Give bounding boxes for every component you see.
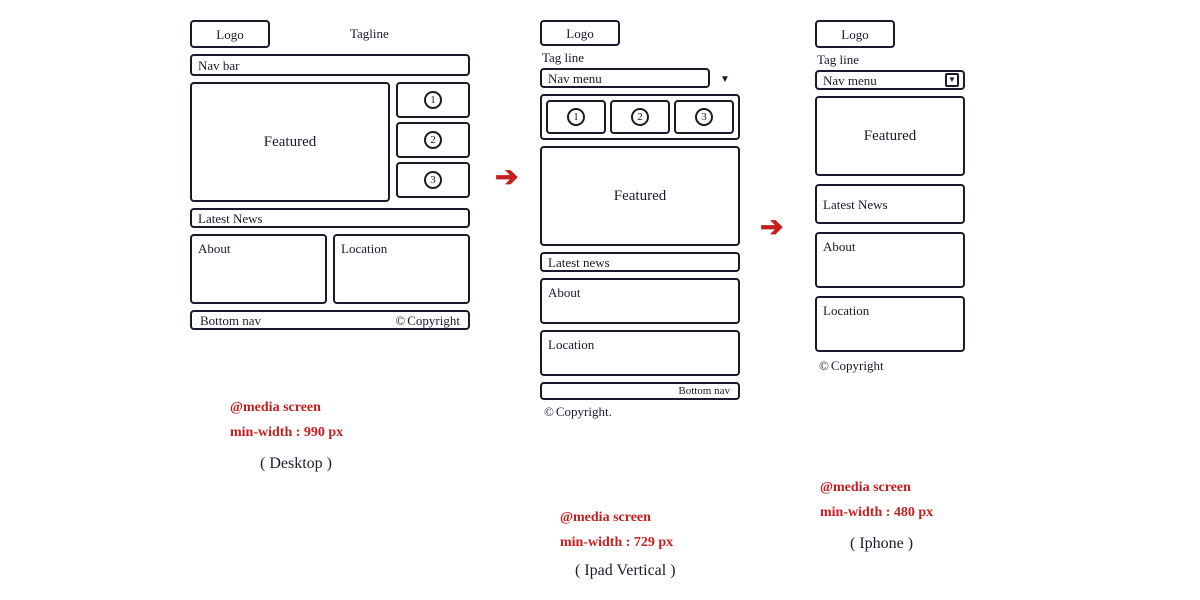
logo-box: Logo <box>815 20 895 48</box>
bottom-nav-bar[interactable]: Bottom nav <box>540 382 740 400</box>
desktop-media-rule-2: min-width : 990 px <box>230 425 343 441</box>
thumb-1-num: 1 <box>567 108 585 126</box>
nav-menu[interactable]: Nav menu <box>540 68 710 88</box>
copyright-label: Copyright <box>395 314 460 327</box>
thumb-1[interactable]: 1 <box>396 82 470 118</box>
logo-box: Logo <box>540 20 620 46</box>
logo-box: Logo <box>190 20 270 48</box>
featured-panel[interactable]: Featured <box>190 82 390 202</box>
bottom-nav-label[interactable]: Bottom nav <box>200 314 261 327</box>
thumb-2[interactable]: 2 <box>396 122 470 158</box>
thumb-3-num: 3 <box>424 171 442 189</box>
location-panel[interactable]: Location <box>333 234 470 304</box>
latest-news-bar[interactable]: Latest News <box>190 208 470 228</box>
arrow-desktop-to-ipad: ➔ <box>495 160 518 194</box>
layout-desktop: Logo Tagline Nav bar Featured 1 2 3 Late… <box>190 20 470 330</box>
iphone-media-rule-2: min-width : 480 px <box>820 505 933 521</box>
thumb-2-num: 2 <box>424 131 442 149</box>
thumb-3[interactable]: 3 <box>674 100 734 134</box>
desktop-media-rule-1: @media screen <box>230 400 321 416</box>
about-panel[interactable]: About <box>815 232 965 288</box>
iphone-device-label: ( Iphone ) <box>850 535 913 553</box>
thumb-row: 1 2 3 <box>540 94 740 140</box>
thumb-1[interactable]: 1 <box>546 100 606 134</box>
footer-bar: Bottom nav Copyright <box>190 310 470 330</box>
featured-panel[interactable]: Featured <box>815 96 965 176</box>
layout-iphone: Logo Tag line Nav menu ▼ Featured Latest… <box>815 20 965 374</box>
chevron-down-icon[interactable]: ▼ <box>945 73 959 87</box>
thumb-3[interactable]: 3 <box>396 162 470 198</box>
chevron-down-icon[interactable]: ▼ <box>720 74 730 85</box>
about-panel[interactable]: About <box>540 278 740 324</box>
arrow-ipad-to-iphone: ➔ <box>760 210 783 244</box>
location-panel[interactable]: Location <box>540 330 740 376</box>
copyright-label: Copyright <box>819 358 965 374</box>
thumb-2-num: 2 <box>631 108 649 126</box>
about-panel[interactable]: About <box>190 234 327 304</box>
tagline-text: Tag line <box>817 52 965 68</box>
iphone-media-rule-1: @media screen <box>820 480 911 496</box>
ipad-device-label: ( Ipad Vertical ) <box>575 562 676 580</box>
featured-panel[interactable]: Featured <box>540 146 740 246</box>
thumb-2[interactable]: 2 <box>610 100 670 134</box>
desktop-device-label: ( Desktop ) <box>260 455 332 473</box>
nav-menu-label: Nav menu <box>823 74 877 87</box>
latest-news-bar[interactable]: Latest news <box>540 252 740 272</box>
nav-menu[interactable]: Nav menu ▼ <box>815 70 965 90</box>
thumb-1-num: 1 <box>424 91 442 109</box>
ipad-media-rule-1: @media screen <box>560 510 651 526</box>
copyright-label: Copyright. <box>544 404 740 420</box>
layout-ipad: Logo Tag line Nav menu ▼ 1 2 3 Featured … <box>540 20 740 420</box>
tagline-text: Tagline <box>350 26 389 42</box>
location-panel[interactable]: Location <box>815 296 965 352</box>
tagline-text: Tag line <box>542 50 740 66</box>
ipad-media-rule-2: min-width : 729 px <box>560 535 673 551</box>
thumb-3-num: 3 <box>695 108 713 126</box>
latest-news-bar[interactable]: Latest News <box>815 184 965 224</box>
nav-bar[interactable]: Nav bar <box>190 54 470 76</box>
